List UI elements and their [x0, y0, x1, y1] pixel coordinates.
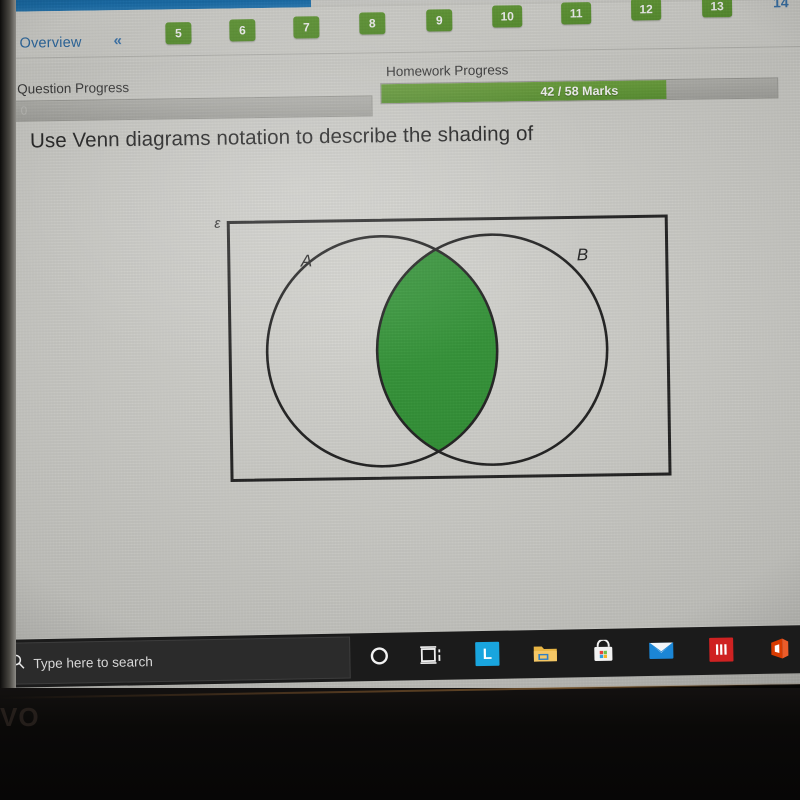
question-badge-6[interactable]: 6 — [229, 19, 256, 42]
search-input[interactable]: Type here to search — [0, 636, 351, 685]
homework-progress-value: 42 / 58 Marks — [540, 83, 619, 99]
question-badge-7[interactable]: 7 — [293, 16, 320, 39]
question-number-14[interactable]: 14 — [773, 0, 789, 10]
question-progress-bar: 0 — [14, 95, 373, 122]
search-placeholder-text: Type here to search — [33, 653, 153, 671]
task-view-icon[interactable] — [418, 642, 444, 668]
microsoft-store-icon[interactable] — [590, 639, 616, 665]
question-progress-value: 0 — [20, 103, 28, 118]
venn-diagram: ε A B — [212, 202, 686, 494]
app-iii-letters: III — [714, 641, 728, 659]
question-progress-label: Question Progress — [17, 79, 130, 97]
app-iii-icon[interactable]: III — [708, 636, 734, 662]
screen-left-edge — [0, 0, 16, 700]
question-prompt-text: Use Venn diagrams notation to describe t… — [29, 122, 534, 153]
question-badge-5[interactable]: 5 — [165, 22, 192, 45]
photo-of-laptop-screen: Overview « 5 6 7 8 9 10 11 12 13 14 Ques… — [0, 0, 800, 800]
cortana-icon[interactable] — [366, 643, 392, 669]
homework-progress-label: Homework Progress — [385, 62, 509, 80]
app-l-letter: L — [482, 645, 493, 663]
question-badge-12[interactable]: 12 — [630, 0, 662, 21]
office-icon[interactable] — [766, 635, 792, 661]
file-explorer-icon[interactable] — [532, 640, 558, 666]
venn-diagram-svg — [226, 214, 672, 483]
device-logo: VO — [0, 702, 40, 732]
collapse-chevron-icon[interactable]: « — [113, 32, 122, 49]
app-l-tile: L — [475, 641, 500, 667]
universal-set-label: ε — [214, 214, 221, 231]
question-badge-8[interactable]: 8 — [359, 12, 386, 35]
overview-link[interactable]: Overview — [19, 35, 81, 52]
homework-progress-bar: 42 / 58 Marks — [380, 77, 779, 105]
question-badge-11[interactable]: 11 — [561, 2, 592, 25]
app-iii-tile: III — [709, 637, 734, 662]
question-badge-9[interactable]: 9 — [426, 9, 453, 32]
app-l-icon[interactable]: L — [474, 641, 500, 667]
laptop-screen: Overview « 5 6 7 8 9 10 11 12 13 14 Ques… — [0, 0, 800, 697]
question-badge-13[interactable]: 13 — [701, 0, 733, 18]
set-a-label: A — [300, 251, 313, 271]
question-badge-10[interactable]: 10 — [492, 5, 523, 28]
laptop-bezel: VO — [0, 683, 800, 800]
mail-icon[interactable] — [648, 638, 674, 664]
set-b-label: B — [576, 245, 589, 265]
